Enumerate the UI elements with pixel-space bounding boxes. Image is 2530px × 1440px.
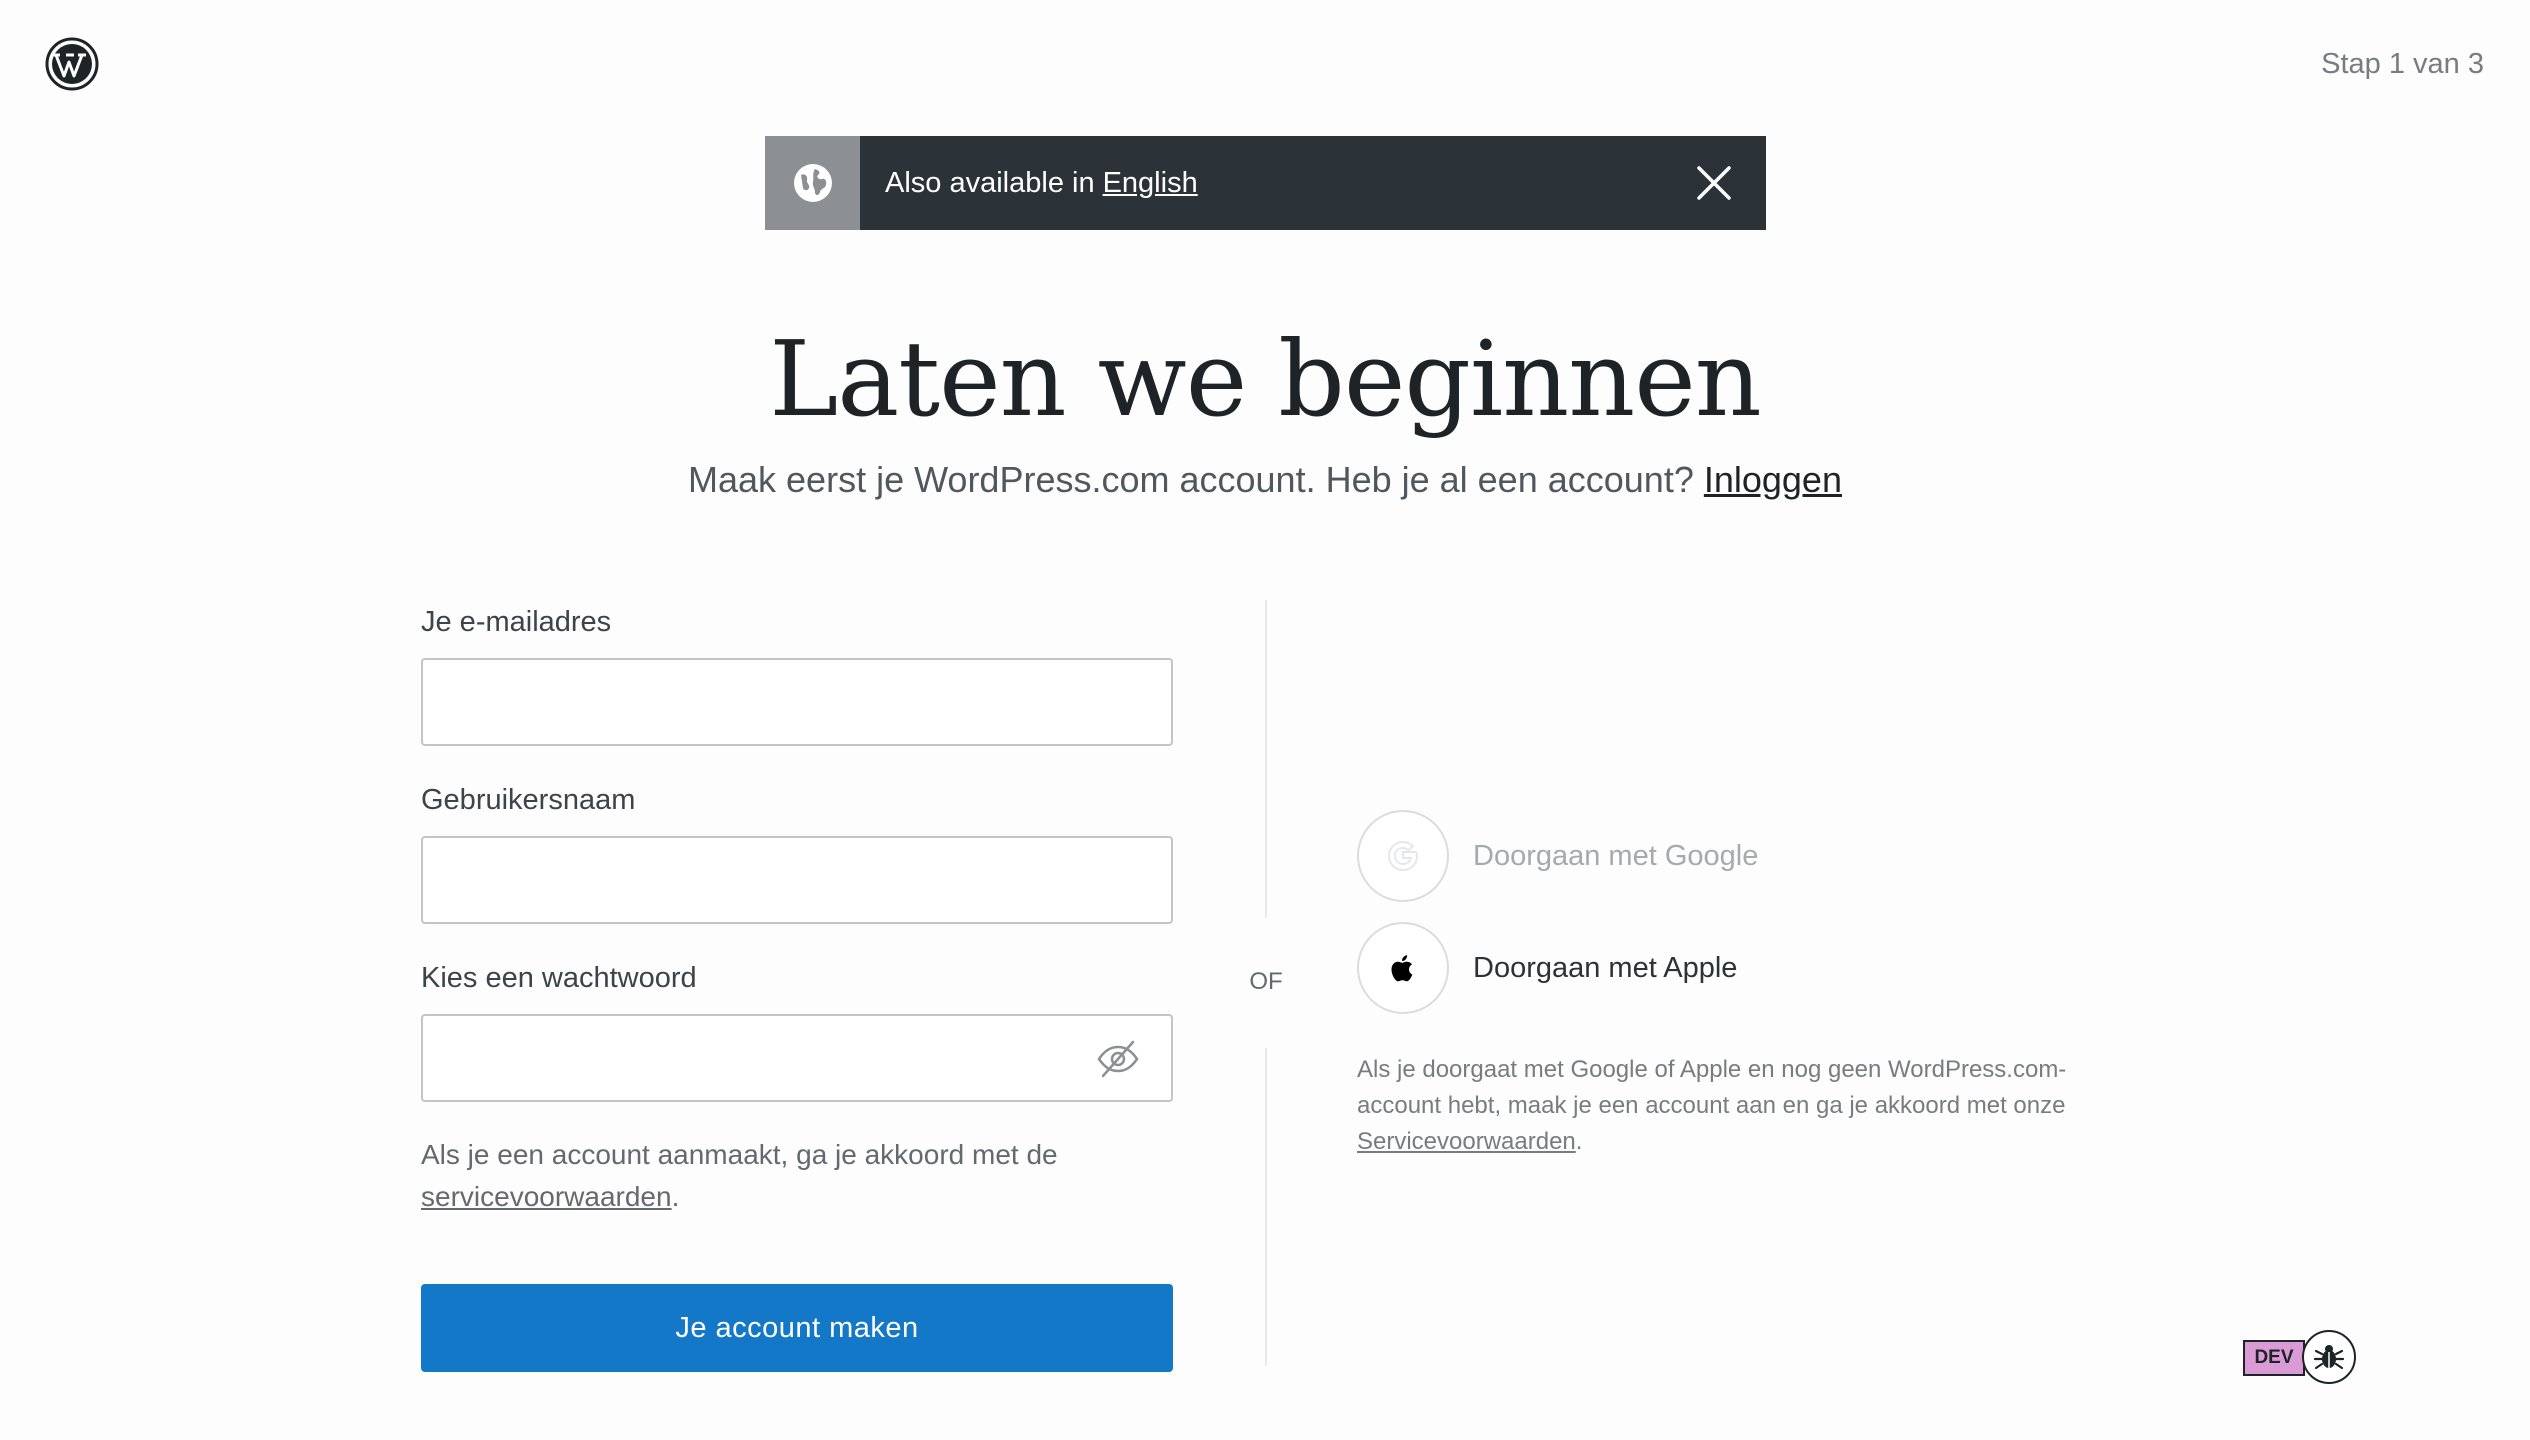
apple-login-label: Doorgaan met Apple [1473, 951, 1738, 984]
close-icon[interactable] [1684, 153, 1744, 213]
username-label: Gebruikersnaam [421, 784, 636, 816]
step-indicator: Stap 1 van 3 [2321, 48, 2484, 80]
signup-form: Je e-mailadres Gebruikersnaam Kies een w… [421, 600, 1173, 1372]
social-note-text: Als je doorgaat met Google of Apple en n… [1357, 1056, 2067, 1119]
divider-or-label: OF [1249, 968, 1283, 995]
social-note-suffix: . [1575, 1128, 1583, 1155]
create-account-button[interactable]: Je account maken [421, 1284, 1173, 1372]
dev-badge: DEV [2243, 1340, 2305, 1376]
eye-slash-icon[interactable] [1095, 1038, 1141, 1080]
apple-login-button[interactable]: Doorgaan met Apple [1357, 922, 2157, 1014]
language-banner: Also available in English [765, 136, 1766, 230]
password-field-wrapper [421, 1014, 1173, 1102]
social-login-section: Doorgaan met Google Doorgaan met Apple A… [1357, 810, 2157, 1160]
wordpress-logo-icon[interactable] [44, 36, 100, 92]
terms-prefix: Als je een account aanmaakt, ga je akkoo… [421, 1139, 1058, 1170]
email-field-wrapper [421, 658, 1173, 746]
divider-line-top [1265, 600, 1267, 918]
username-field-wrapper [421, 836, 1173, 924]
subtitle-text: Maak eerst je WordPress.com account. Heb… [688, 459, 1694, 500]
globe-icon [765, 136, 860, 230]
google-icon [1357, 810, 1449, 902]
google-login-label: Doorgaan met Google [1473, 839, 1759, 872]
terms-link[interactable]: servicevoorwaarden [421, 1181, 672, 1212]
email-label: Je e-mailadres [421, 606, 612, 638]
divider-line-bottom [1265, 1048, 1267, 1366]
terms-suffix: . [671, 1181, 680, 1212]
password-field[interactable] [423, 1016, 1171, 1100]
google-login-button[interactable]: Doorgaan met Google [1357, 810, 2157, 902]
banner-message: Also available in English [885, 167, 1684, 200]
banner-text: Also available in [885, 166, 1095, 199]
social-terms-link[interactable]: Servicevoorwaarden [1357, 1128, 1576, 1155]
bug-icon[interactable] [2302, 1330, 2356, 1384]
english-link[interactable]: English [1103, 167, 1198, 199]
apple-icon [1357, 922, 1449, 1014]
terms-text: Als je een account aanmaakt, ga je akkoo… [421, 1134, 1173, 1218]
username-field[interactable] [423, 838, 1171, 922]
page-subtitle: Maak eerst je WordPress.com account. Heb… [0, 459, 2530, 501]
social-terms-note: Als je doorgaat met Google of Apple en n… [1357, 1052, 2117, 1160]
email-field[interactable] [423, 660, 1171, 744]
password-label: Kies een wachtwoord [421, 962, 697, 994]
page-title: Laten we beginnen [769, 318, 1762, 440]
login-link[interactable]: Inloggen [1704, 459, 1842, 500]
